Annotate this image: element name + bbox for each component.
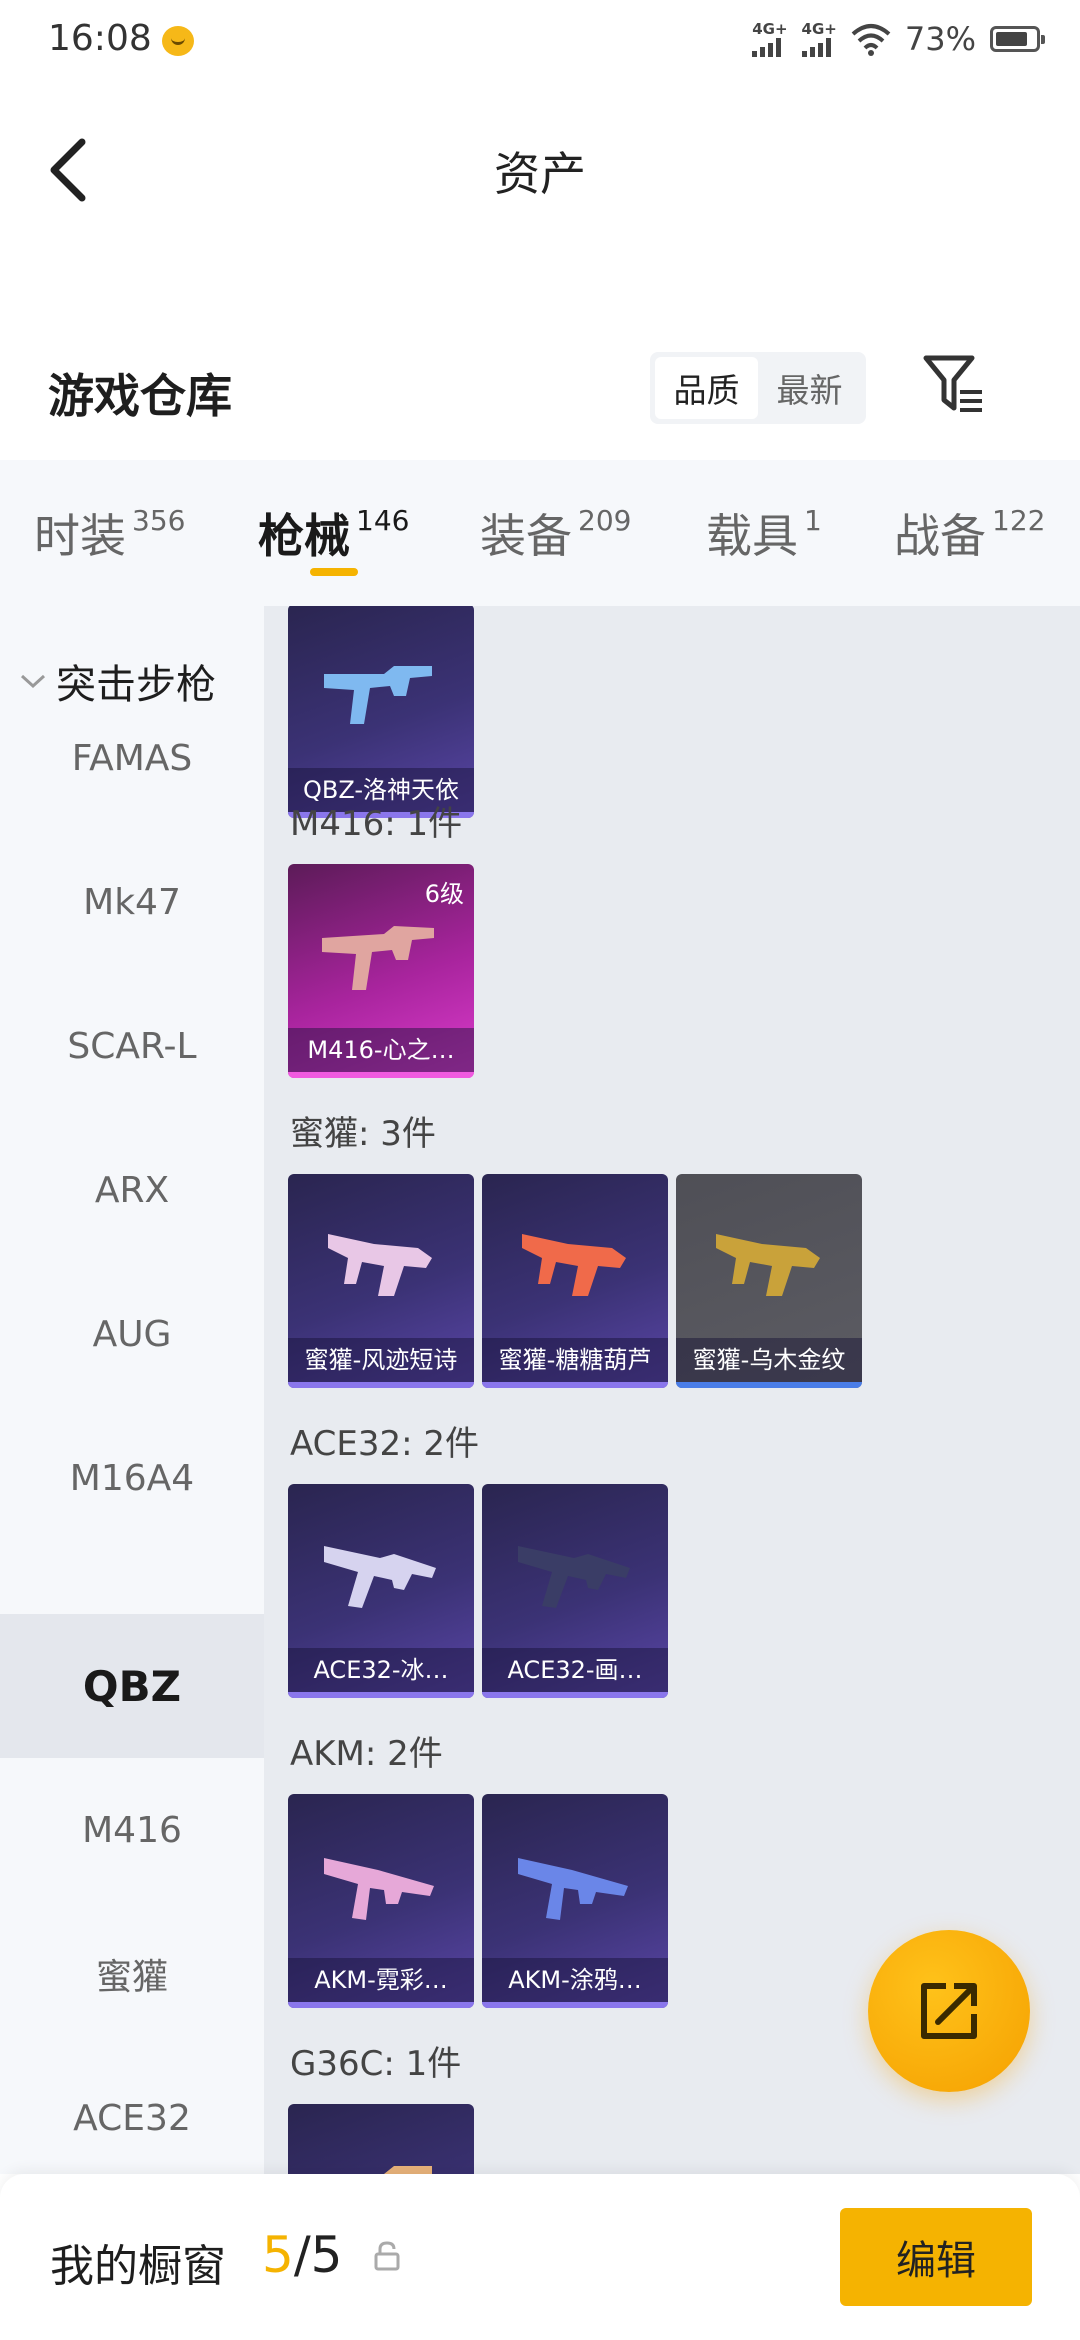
rifle-icon — [324, 1546, 436, 1608]
skin-card-label: 蜜獾-乌木金纹 — [676, 1338, 862, 1382]
status-time: 16:08 — [48, 18, 152, 59]
warehouse-title: 游戏仓库 — [48, 369, 232, 423]
skin-card-label: AKM-涂鸦… — [482, 1958, 668, 2002]
sidebar-item-qbz[interactable]: QBZ — [0, 1614, 264, 1758]
network-type-label: 4G+ — [752, 19, 788, 38]
skin-card[interactable]: AKM-涂鸦… — [482, 1794, 668, 2008]
sidebar-item-m416[interactable]: M416 — [0, 1758, 264, 1902]
tab-fashion[interactable]: 时装 356 — [34, 500, 185, 566]
tab-weapons[interactable]: 枪械 146 — [258, 500, 409, 566]
smg-icon — [522, 1234, 626, 1296]
skin-card-label: ACE32-冰… — [288, 1648, 474, 1692]
skin-card[interactable] — [288, 2104, 474, 2174]
rifle-icon — [322, 926, 434, 990]
sidebar-item-honey-badger[interactable]: 蜜獾 — [0, 1902, 264, 2046]
share-button[interactable] — [868, 1930, 1030, 2092]
wifi-icon — [851, 24, 891, 56]
filter-icon[interactable] — [922, 352, 986, 418]
rifle-icon — [518, 1546, 630, 1608]
sort-newest-button[interactable]: 最新 — [758, 357, 861, 419]
edit-button[interactable]: 编辑 — [840, 2208, 1032, 2306]
tab-equipment[interactable]: 装备 209 — [480, 500, 631, 566]
skin-card[interactable]: QBZ-洛神天依 — [288, 606, 474, 818]
sidebar-item-famas[interactable]: FAMAS — [0, 686, 264, 830]
page-title: 资产 — [494, 147, 586, 201]
smg-icon — [716, 1234, 820, 1296]
battery-icon — [990, 26, 1045, 52]
showcase-count: 5/5 — [262, 2226, 343, 2284]
category-tabs: 时装 356 枪械 146 装备 209 载具 1 战备 122 — [0, 460, 1080, 606]
tab-vehicles[interactable]: 载具 1 — [706, 500, 822, 566]
group-title-g36c: G36C: 1件 — [290, 2044, 462, 2084]
skin-card[interactable]: 蜜獾-糖糖葫芦 — [482, 1174, 668, 1388]
lock-icon — [374, 2241, 400, 2271]
skin-card-label: AKM-霓彩… — [288, 1958, 474, 2002]
rifle-icon — [518, 1858, 628, 1920]
group-title-akm: AKM: 2件 — [290, 1734, 443, 1774]
rifle-icon — [324, 666, 432, 724]
battery-percent: 73% — [904, 20, 976, 58]
sidebar-item-mk47[interactable]: Mk47 — [0, 830, 264, 974]
network-type-label: 4G+ — [801, 19, 837, 38]
signal-icon: 4G+ — [752, 19, 788, 57]
external-link-icon — [921, 1983, 977, 2039]
skin-card[interactable]: 6级 M416-心之… — [288, 864, 474, 1078]
skin-card-label: 蜜獾-风迹短诗 — [288, 1338, 474, 1382]
weapon-type-sidebar: 突击步枪 FAMAS Mk47 SCAR-L ARX AUG M16A4 QBZ… — [0, 606, 264, 2174]
sidebar-item-ace32[interactable]: ACE32 — [0, 2046, 264, 2174]
skin-card-label: M416-心之… — [288, 1028, 474, 1072]
sidebar-item-m16a4[interactable]: M16A4 — [0, 1406, 264, 1550]
sidebar-item-scar-l[interactable]: SCAR-L — [0, 974, 264, 1118]
skin-card[interactable]: AKM-霓彩… — [288, 1794, 474, 2008]
skin-card-label: 蜜獾-糖糖葫芦 — [482, 1338, 668, 1382]
status-indicators: 4G+ 4G+ 73% — [752, 19, 1045, 58]
group-title-honey-badger: 蜜獾: 3件 — [290, 1114, 436, 1154]
sidebar-item-arx[interactable]: ARX — [0, 1118, 264, 1262]
rifle-icon — [324, 1858, 434, 1920]
smg-icon — [328, 1234, 432, 1296]
active-tab-indicator — [310, 568, 358, 576]
rifle-icon — [324, 2166, 432, 2174]
app-notification-icon — [162, 26, 194, 56]
signal-icon: 4G+ — [801, 19, 837, 57]
showcase-bar: 我的橱窗 5/5 编辑 — [0, 2174, 1080, 2340]
skin-card[interactable]: ACE32-画… — [482, 1484, 668, 1698]
sort-quality-button[interactable]: 品质 — [655, 357, 758, 419]
group-title-ace32: ACE32: 2件 — [290, 1424, 480, 1464]
status-bar: 16:08 4G+ 4G+ 73% — [0, 0, 1080, 86]
skin-card-label: ACE32-画… — [482, 1648, 668, 1692]
skin-card[interactable]: 蜜獾-风迹短诗 — [288, 1174, 474, 1388]
sidebar-item-aug[interactable]: AUG — [0, 1262, 264, 1406]
showcase-label: 我的橱窗 — [50, 2241, 226, 2292]
skin-card[interactable]: 蜜獾-乌木金纹 — [676, 1174, 862, 1388]
sort-toggle: 品质 最新 — [650, 352, 866, 424]
skin-card[interactable]: ACE32-冰… — [288, 1484, 474, 1698]
tab-supplies[interactable]: 战备 122 — [894, 500, 1045, 566]
group-title-m416: M416: 1件 — [290, 804, 463, 844]
